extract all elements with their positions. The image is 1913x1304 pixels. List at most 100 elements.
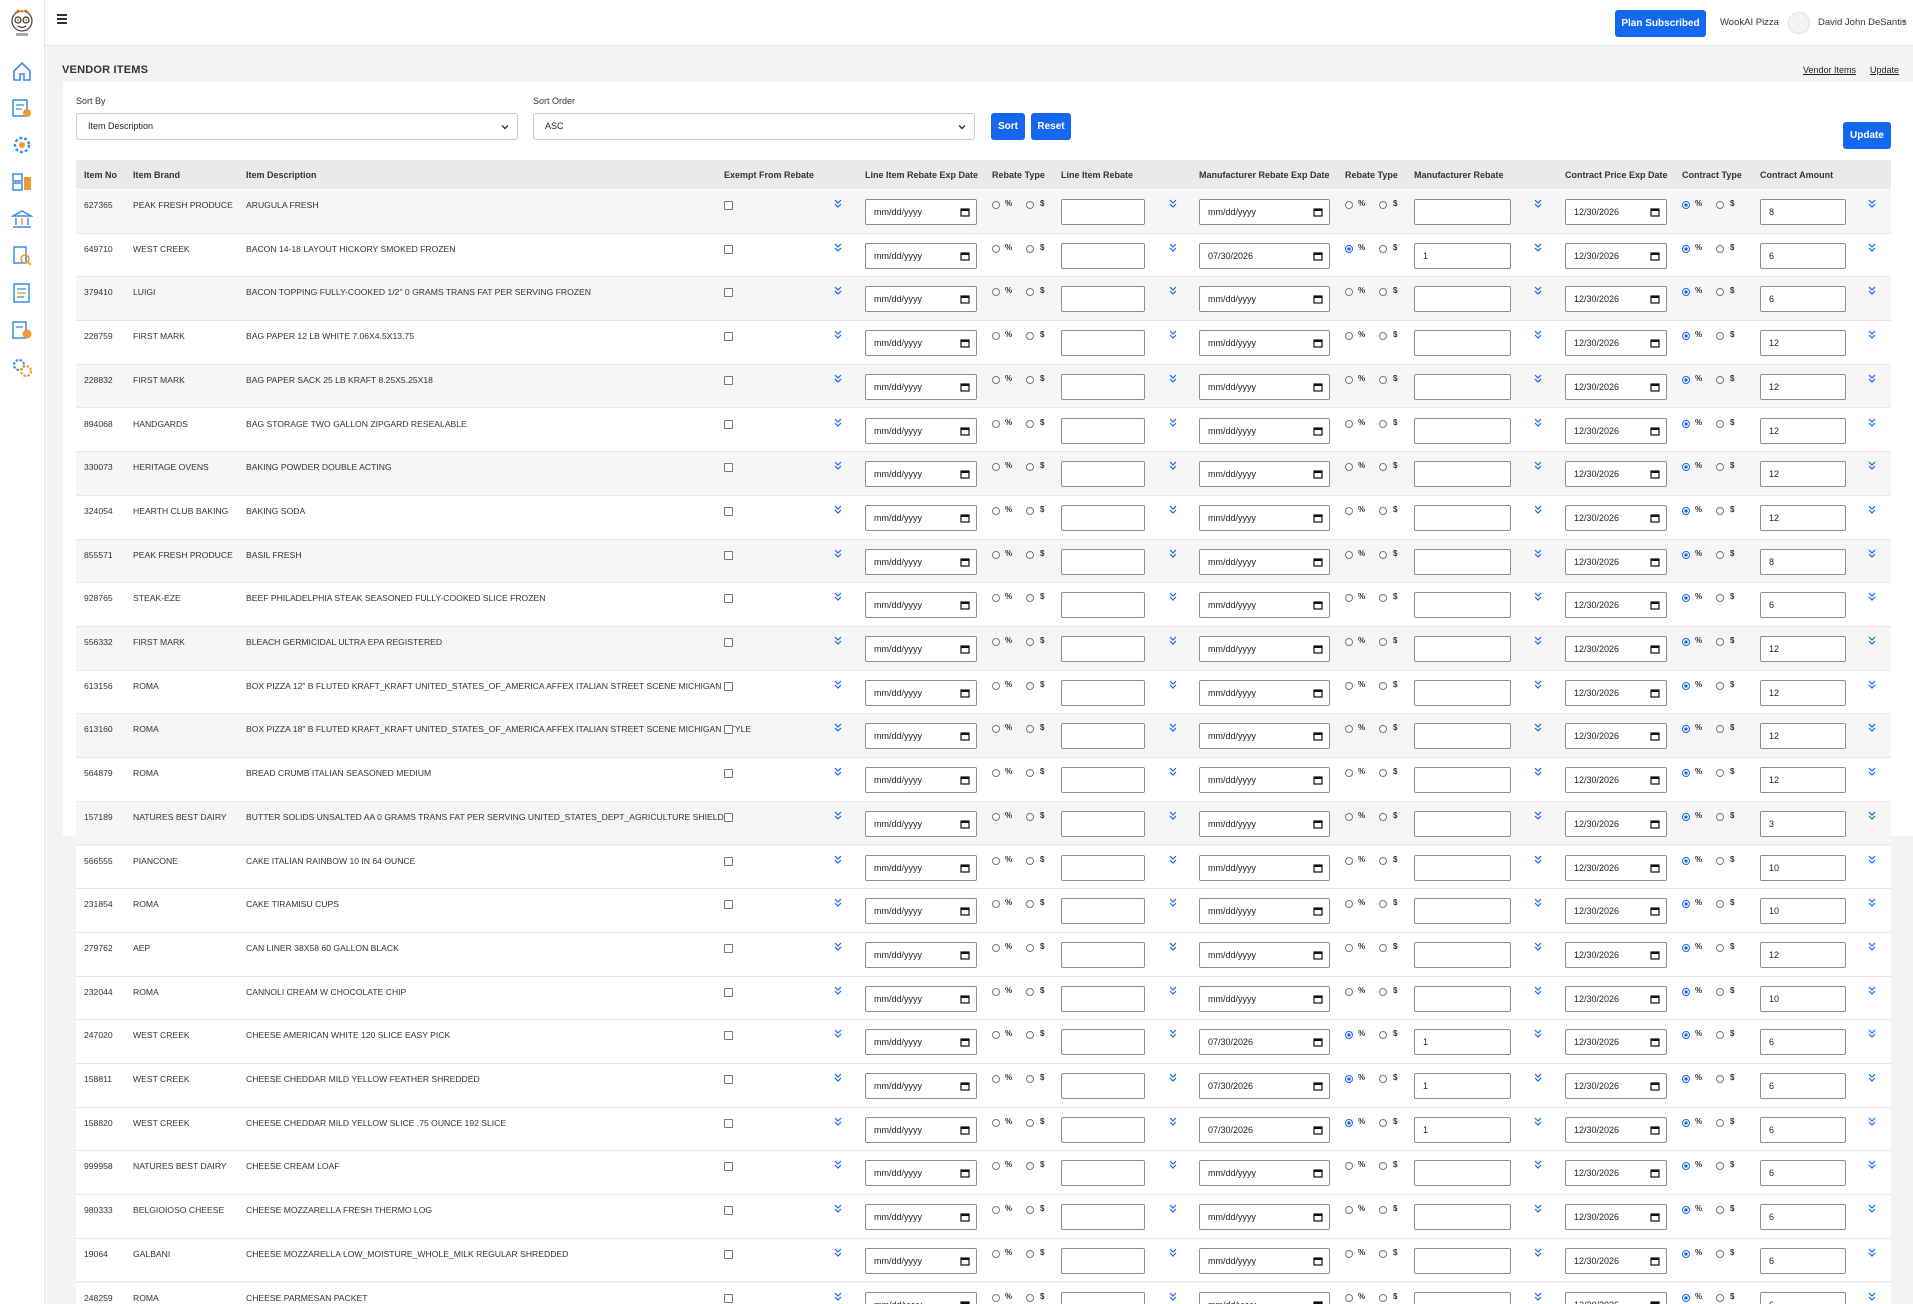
- double-chevron-down-icon[interactable]: [834, 1029, 842, 1039]
- rebate-type-dollar-radio[interactable]: [1026, 1118, 1034, 1127]
- line-item-rebate-date-input[interactable]: mm/dd/yyyy: [865, 767, 977, 794]
- contract-type-percent-radio[interactable]: [1682, 506, 1690, 515]
- manufacturer-rebate-date-input[interactable]: mm/dd/yyyy: [1199, 199, 1330, 225]
- manufacturer-rebate-date-input[interactable]: mm/dd/yyyy: [1199, 810, 1330, 837]
- contract-type-percent-radio[interactable]: [1682, 1118, 1690, 1127]
- manufacturer-rebate-date-input[interactable]: 07/30/2026: [1199, 1029, 1330, 1056]
- double-chevron-down-icon[interactable]: [834, 636, 842, 645]
- exempt-checkbox[interactable]: [724, 987, 733, 997]
- exempt-checkbox[interactable]: [724, 463, 733, 473]
- line-item-rebate-input[interactable]: [1061, 679, 1145, 706]
- contract-amount-input[interactable]: 6: [1760, 1029, 1846, 1056]
- settings-icon[interactable]: [11, 134, 33, 156]
- contract-amount-input[interactable]: 8: [1760, 548, 1846, 575]
- contract-price-date-input[interactable]: 12/30/2026: [1565, 592, 1667, 619]
- rebate-type-percent-radio[interactable]: [992, 943, 1000, 952]
- invoice-icon[interactable]: [11, 319, 33, 341]
- contract-price-date-input[interactable]: 12/30/2026: [1565, 985, 1667, 1012]
- double-chevron-down-icon[interactable]: [834, 330, 842, 339]
- contract-type-percent-radio[interactable]: [1682, 638, 1690, 646]
- rebate-type-percent-radio[interactable]: [992, 987, 1000, 996]
- mfr-rebate-type-dollar-radio[interactable]: [1379, 1031, 1387, 1040]
- double-chevron-down-icon[interactable]: [834, 1204, 842, 1213]
- double-chevron-down-icon[interactable]: [834, 374, 842, 383]
- contract-price-date-input[interactable]: 12/30/2026: [1565, 548, 1667, 575]
- rebate-type-percent-radio[interactable]: [992, 769, 1000, 778]
- mfr-rebate-type-percent-radio[interactable]: [1345, 332, 1353, 341]
- contract-amount-input[interactable]: 12: [1760, 941, 1846, 968]
- manufacturer-rebate-input[interactable]: [1414, 199, 1511, 225]
- contract-price-date-input[interactable]: 12/30/2026: [1565, 504, 1667, 531]
- double-chevron-down-icon[interactable]: [1868, 374, 1876, 383]
- rebate-type-dollar-radio[interactable]: [1026, 1075, 1034, 1083]
- double-chevron-down-icon[interactable]: [1169, 767, 1177, 776]
- contract-type-dollar-radio[interactable]: [1716, 594, 1724, 603]
- mfr-rebate-type-dollar-radio[interactable]: [1379, 201, 1387, 209]
- rebate-type-dollar-radio[interactable]: [1026, 725, 1034, 734]
- rebate-type-dollar-radio[interactable]: [1026, 506, 1034, 515]
- double-chevron-down-icon[interactable]: [834, 898, 842, 908]
- contract-type-dollar-radio[interactable]: [1716, 943, 1724, 952]
- contract-amount-input[interactable]: 12: [1760, 636, 1846, 662]
- exempt-checkbox[interactable]: [724, 812, 733, 822]
- double-chevron-down-icon[interactable]: [1169, 592, 1177, 602]
- mfr-rebate-type-dollar-radio[interactable]: [1379, 332, 1387, 341]
- manufacturer-rebate-date-input[interactable]: mm/dd/yyyy: [1199, 286, 1330, 313]
- line-item-rebate-input[interactable]: [1061, 461, 1145, 488]
- manufacturer-rebate-input[interactable]: [1414, 548, 1511, 575]
- double-chevron-down-icon[interactable]: [1868, 767, 1876, 776]
- contract-price-date-input[interactable]: 12/30/2026: [1565, 286, 1667, 313]
- double-chevron-down-icon[interactable]: [1534, 592, 1542, 602]
- contract-type-percent-radio[interactable]: [1682, 900, 1690, 909]
- contract-price-date-input[interactable]: 12/30/2026: [1565, 330, 1667, 357]
- contract-price-date-input[interactable]: 12/30/2026: [1565, 679, 1667, 706]
- exempt-checkbox[interactable]: [724, 943, 733, 953]
- double-chevron-down-icon[interactable]: [1534, 723, 1542, 733]
- rebate-type-percent-radio[interactable]: [992, 1162, 1000, 1171]
- rebate-type-percent-radio[interactable]: [992, 201, 1000, 209]
- rebate-type-dollar-radio[interactable]: [1026, 201, 1034, 209]
- double-chevron-down-icon[interactable]: [834, 767, 842, 776]
- double-chevron-down-icon[interactable]: [834, 1292, 842, 1301]
- contract-price-date-input[interactable]: 12/30/2026: [1565, 854, 1667, 881]
- contract-type-percent-radio[interactable]: [1682, 1293, 1690, 1302]
- rebate-type-percent-radio[interactable]: [992, 1031, 1000, 1040]
- manufacturer-rebate-date-input[interactable]: mm/dd/yyyy: [1199, 723, 1330, 750]
- contract-type-percent-radio[interactable]: [1682, 812, 1690, 821]
- line-item-rebate-date-input[interactable]: mm/dd/yyyy: [865, 286, 977, 313]
- line-item-rebate-input[interactable]: [1061, 286, 1145, 313]
- manufacturer-rebate-date-input[interactable]: mm/dd/yyyy: [1199, 330, 1330, 357]
- double-chevron-down-icon[interactable]: [1534, 767, 1542, 776]
- contract-type-percent-radio[interactable]: [1682, 943, 1690, 952]
- exempt-checkbox[interactable]: [724, 550, 733, 560]
- breadcrumb-update[interactable]: Update: [1870, 65, 1899, 75]
- rebate-type-percent-radio[interactable]: [992, 375, 1000, 384]
- mfr-rebate-type-dollar-radio[interactable]: [1379, 594, 1387, 603]
- mfr-rebate-type-dollar-radio[interactable]: [1379, 638, 1387, 646]
- double-chevron-down-icon[interactable]: [834, 1117, 842, 1126]
- orders-icon[interactable]: [11, 97, 33, 119]
- rebate-type-dollar-radio[interactable]: [1026, 1162, 1034, 1171]
- rebate-type-percent-radio[interactable]: [992, 550, 1000, 559]
- contract-price-date-input[interactable]: 12/30/2026: [1565, 723, 1667, 750]
- mfr-rebate-type-dollar-radio[interactable]: [1379, 244, 1387, 253]
- double-chevron-down-icon[interactable]: [834, 986, 842, 995]
- contract-price-date-input[interactable]: 12/30/2026: [1565, 941, 1667, 968]
- contract-amount-input[interactable]: 6: [1760, 1204, 1846, 1231]
- line-item-rebate-input[interactable]: [1061, 417, 1145, 444]
- double-chevron-down-icon[interactable]: [1868, 855, 1876, 864]
- exempt-checkbox[interactable]: [724, 594, 733, 604]
- mfr-rebate-type-percent-radio[interactable]: [1345, 506, 1353, 515]
- double-chevron-down-icon[interactable]: [1868, 811, 1876, 820]
- mfr-rebate-type-dollar-radio[interactable]: [1379, 769, 1387, 778]
- double-chevron-down-icon[interactable]: [1169, 1248, 1177, 1257]
- mfr-rebate-type-percent-radio[interactable]: [1345, 900, 1353, 909]
- rebate-type-percent-radio[interactable]: [992, 856, 1000, 865]
- contract-type-percent-radio[interactable]: [1682, 856, 1690, 865]
- manufacturer-rebate-input[interactable]: 1: [1414, 1073, 1511, 1099]
- double-chevron-down-icon[interactable]: [834, 811, 842, 820]
- double-chevron-down-icon[interactable]: [1534, 1160, 1542, 1170]
- mfr-rebate-type-dollar-radio[interactable]: [1379, 375, 1387, 384]
- contract-type-dollar-radio[interactable]: [1716, 1206, 1724, 1215]
- double-chevron-down-icon[interactable]: [1534, 374, 1542, 383]
